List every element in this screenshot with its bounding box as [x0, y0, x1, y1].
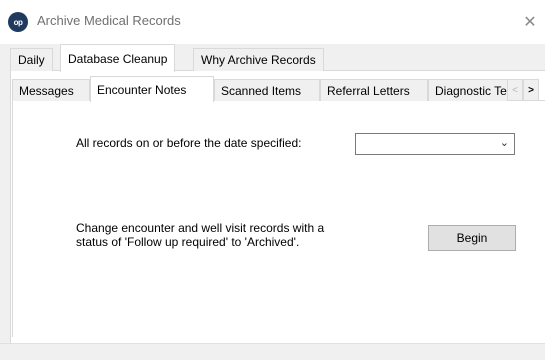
description-line-2: status of 'Follow up required' to 'Archi…	[76, 235, 300, 249]
tab-encounter-notes[interactable]: Encounter Notes	[90, 76, 214, 102]
tab-referral-letters[interactable]: Referral Letters	[320, 79, 428, 101]
window-title: Archive Medical Records	[37, 13, 181, 28]
tab-database-cleanup[interactable]: Database Cleanup	[60, 44, 176, 72]
scroll-right-icon[interactable]: >	[523, 79, 539, 101]
tab-why-archive-records[interactable]: Why Archive Records	[193, 48, 324, 71]
begin-button[interactable]: Begin	[428, 225, 516, 251]
description-line-1: Change encounter and well visit records …	[76, 221, 325, 235]
record-type-tab-strip: Messages Encounter Notes Scanned Items R…	[10, 76, 545, 102]
tab-scanned-items[interactable]: Scanned Items	[214, 79, 320, 101]
tab-scroll-buttons: < >	[507, 79, 539, 101]
chevron-down-icon: ⌄	[499, 137, 509, 149]
date-field-label: All records on or before the date specif…	[76, 136, 302, 150]
title-bar: op Archive Medical Records ✕	[0, 0, 545, 44]
archive-date-dropdown[interactable]: ⌄	[355, 133, 515, 155]
tab-daily[interactable]: Daily	[10, 48, 53, 71]
tab-messages[interactable]: Messages	[12, 79, 90, 101]
app-logo-icon: op	[8, 12, 28, 32]
scroll-left-icon[interactable]: <	[507, 79, 523, 101]
close-icon[interactable]: ✕	[515, 8, 545, 36]
window-footer	[0, 343, 545, 360]
archive-description: Change encounter and well visit records …	[76, 221, 376, 249]
